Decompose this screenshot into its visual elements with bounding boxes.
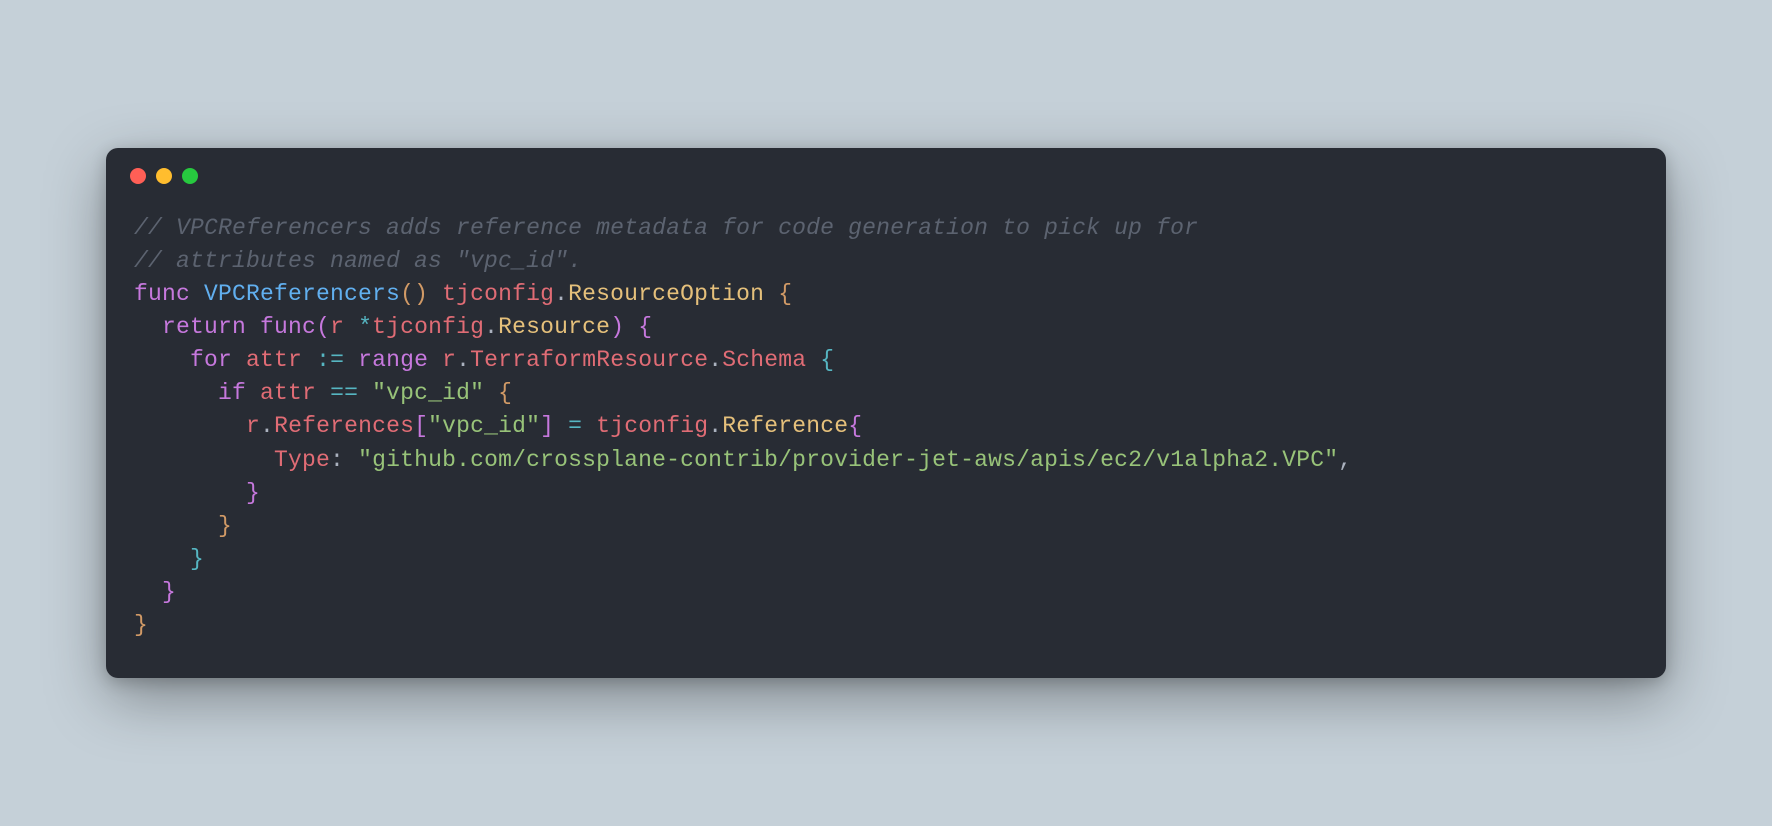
- brace: {: [764, 281, 792, 307]
- string-literal: "vpc_id": [428, 413, 540, 439]
- space: [302, 347, 316, 373]
- dot: .: [708, 347, 722, 373]
- comment-line: // attributes named as "vpc_id".: [134, 248, 582, 274]
- string-literal: "github.com/crossplane-contrib/provider-…: [358, 447, 1338, 473]
- minimize-icon[interactable]: [156, 168, 172, 184]
- code-block: // VPCReferencers adds reference metadat…: [106, 184, 1666, 678]
- var: attr: [260, 380, 316, 406]
- var: r: [246, 413, 260, 439]
- string-literal: "vpc_id": [372, 380, 484, 406]
- brace: {: [624, 314, 652, 340]
- param: r: [330, 314, 344, 340]
- space: [246, 380, 260, 406]
- package-ident: tjconfig: [372, 314, 484, 340]
- bracket: [: [414, 413, 428, 439]
- keyword-for: for: [190, 347, 232, 373]
- operator: =: [568, 413, 582, 439]
- brace: {: [806, 347, 834, 373]
- field: Schema: [722, 347, 806, 373]
- indent: [134, 347, 190, 373]
- keyword-range: range: [358, 347, 428, 373]
- dot: .: [708, 413, 722, 439]
- paren: (: [316, 314, 330, 340]
- dot: .: [554, 281, 568, 307]
- dot: .: [484, 314, 498, 340]
- type-name: Resource: [498, 314, 610, 340]
- indent: [134, 380, 218, 406]
- field: TerraformResource: [470, 347, 708, 373]
- space: [344, 347, 358, 373]
- space: [232, 347, 246, 373]
- code-window: // VPCReferencers adds reference metadat…: [106, 148, 1666, 678]
- field: References: [274, 413, 414, 439]
- window-titlebar: [106, 148, 1666, 184]
- brace: }: [134, 546, 204, 572]
- brace: }: [134, 579, 176, 605]
- field: Type: [274, 447, 330, 473]
- var: attr: [246, 347, 302, 373]
- operator: *: [344, 314, 372, 340]
- keyword-func: func: [260, 314, 316, 340]
- keyword-func: func: [134, 281, 190, 307]
- var: r: [442, 347, 456, 373]
- colon: :: [330, 447, 358, 473]
- indent: [134, 447, 274, 473]
- operator: ==: [330, 380, 358, 406]
- space: [316, 380, 330, 406]
- space: [428, 281, 442, 307]
- close-icon[interactable]: [130, 168, 146, 184]
- dot: .: [456, 347, 470, 373]
- brace: {: [848, 413, 862, 439]
- type-name: ResourceOption: [568, 281, 764, 307]
- space: [358, 380, 372, 406]
- type-name: Reference: [722, 413, 848, 439]
- brace: }: [134, 480, 260, 506]
- space: [428, 347, 442, 373]
- operator: :=: [316, 347, 344, 373]
- paren: ): [610, 314, 624, 340]
- space: [246, 314, 260, 340]
- indent: [134, 314, 162, 340]
- brace: {: [484, 380, 512, 406]
- func-name: VPCReferencers: [204, 281, 400, 307]
- brace: }: [134, 513, 232, 539]
- dot: .: [260, 413, 274, 439]
- keyword-if: if: [218, 380, 246, 406]
- space: [554, 413, 568, 439]
- package-ident: tjconfig: [442, 281, 554, 307]
- zoom-icon[interactable]: [182, 168, 198, 184]
- indent: [134, 413, 246, 439]
- space: [582, 413, 596, 439]
- brace: }: [134, 612, 148, 638]
- bracket: ]: [540, 413, 554, 439]
- comment-line: // VPCReferencers adds reference metadat…: [134, 215, 1198, 241]
- comma: ,: [1338, 447, 1352, 473]
- paren: (): [400, 281, 428, 307]
- package-ident: tjconfig: [596, 413, 708, 439]
- keyword-return: return: [162, 314, 246, 340]
